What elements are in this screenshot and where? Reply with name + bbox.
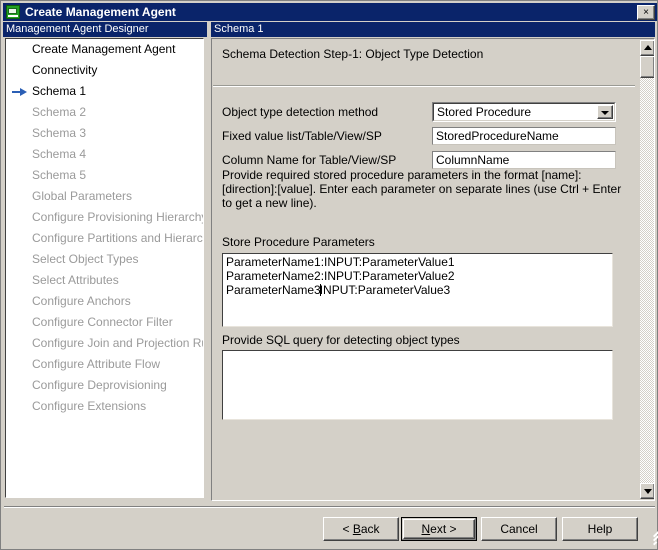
scroll-up-arrow-icon[interactable] — [640, 40, 654, 56]
sidebar-item-schema-2: Schema 2 — [6, 102, 203, 123]
management-agent-icon — [5, 5, 21, 19]
back-button[interactable]: < Back — [323, 517, 399, 541]
sidebar-item-label: Configure Partitions and Hierarchies — [32, 231, 203, 245]
back-button-prefix: < — [342, 522, 353, 536]
scrollbar-thumb[interactable] — [640, 56, 654, 78]
scrollbar-track[interactable] — [640, 56, 654, 483]
chevron-down-icon[interactable] — [597, 105, 613, 119]
sp-param-line: ParameterName1:INPUT:ParameterValue1 — [226, 255, 455, 269]
footer-separator — [4, 506, 655, 508]
resize-grip-icon[interactable] — [642, 527, 658, 546]
sidebar-item-select-attributes: Select Attributes — [6, 270, 203, 291]
fixed-value-list-label: Fixed value list/Table/View/SP — [222, 129, 382, 143]
sidebar-item-label: Select Object Types — [32, 252, 139, 266]
sidebar-item-configure-anchors: Configure Anchors — [6, 291, 203, 312]
sp-params-help-text: Provide required stored procedure parame… — [222, 168, 622, 210]
sidebar-item-label: Create Management Agent — [32, 42, 176, 56]
sidebar-item-configure-provisioning-hierarchy: Configure Provisioning Hierarchy — [6, 207, 203, 228]
detection-method-value: Stored Procedure — [437, 105, 532, 119]
step-title: Schema Detection Step-1: Object Type Det… — [222, 47, 484, 61]
sidebar-item-label: Global Parameters — [32, 189, 133, 203]
schema-pane-header: Schema 1 — [211, 22, 655, 37]
sidebar-item-configure-extensions: Configure Extensions — [6, 396, 203, 417]
sidebar-item-label: Configure Anchors — [32, 294, 131, 308]
back-button-label: ack — [360, 522, 380, 536]
sp-param-line-after-caret: INPUT:ParameterValue3 — [319, 283, 451, 297]
sidebar-item-label: Connectivity — [32, 63, 98, 77]
column-name-input[interactable]: ColumnName — [432, 151, 616, 169]
sidebar-item-schema-5: Schema 5 — [6, 165, 203, 186]
column-name-value: ColumnName — [436, 153, 510, 167]
sp-param-line: ParameterName2:INPUT:ParameterValue2 — [226, 269, 455, 283]
create-management-agent-window: Create Management Agent × Management Age… — [0, 0, 658, 550]
separator-rule — [213, 85, 635, 87]
sidebar-item-create-management-agent[interactable]: Create Management Agent — [6, 39, 203, 60]
schema-content: Schema Detection Step-1: Object Type Det… — [213, 40, 639, 499]
sidebar-item-label: Configure Deprovisioning — [32, 378, 167, 392]
schema-pane-body: Schema Detection Step-1: Object Type Det… — [211, 38, 655, 501]
scroll-down-arrow-icon[interactable] — [640, 483, 654, 499]
title-bar: Create Management Agent × — [3, 3, 657, 21]
sidebar-item-label: Schema 5 — [32, 168, 87, 182]
sidebar-item-schema-3: Schema 3 — [6, 123, 203, 144]
sql-query-label: Provide SQL query for detecting object t… — [222, 333, 460, 347]
sidebar-item-configure-join-and-projection-rules: Configure Join and Projection Rules — [6, 333, 203, 354]
sidebar-item-label: Select Attributes — [32, 273, 119, 287]
current-step-arrow-icon — [12, 87, 28, 97]
sidebar-item-label: Configure Attribute Flow — [32, 357, 161, 371]
designer-pane-header: Management Agent Designer — [3, 22, 207, 37]
sidebar-item-label: Schema 4 — [32, 147, 87, 161]
next-button-accel: N — [421, 522, 431, 536]
detection-method-dropdown[interactable]: Stored Procedure — [432, 102, 616, 122]
sidebar-item-label: Configure Connector Filter — [32, 315, 173, 329]
close-icon[interactable]: × — [637, 4, 655, 20]
sidebar-item-label: Schema 2 — [32, 105, 87, 119]
detection-method-label: Object type detection method — [222, 105, 379, 119]
content-vertical-scrollbar[interactable] — [640, 40, 654, 499]
fixed-value-list-input[interactable]: StoredProcedureName — [432, 127, 616, 145]
help-button[interactable]: Help — [562, 517, 638, 541]
designer-step-list[interactable]: Create Management Agent Connectivity Schem… — [5, 38, 204, 498]
sp-params-textarea[interactable]: ParameterName1:INPUT:ParameterValue1 Para… — [222, 253, 613, 327]
sp-param-line-active: ParameterName3INPUT:ParameterValue3 — [223, 283, 612, 297]
fixed-value-list-value: StoredProcedureName — [436, 129, 559, 143]
sidebar-item-configure-connector-filter: Configure Connector Filter — [6, 312, 203, 333]
sql-query-textarea[interactable] — [222, 350, 613, 420]
back-button-accel: B — [352, 522, 361, 536]
sp-params-label: Store Procedure Parameters — [222, 235, 375, 249]
sidebar-item-label: Schema 3 — [32, 126, 87, 140]
sidebar-item-configure-attribute-flow: Configure Attribute Flow — [6, 354, 203, 375]
sidebar-item-global-parameters: Global Parameters — [6, 186, 203, 207]
column-name-label: Column Name for Table/View/SP — [222, 153, 397, 167]
sidebar-item-schema-1[interactable]: Schema 1 — [6, 81, 203, 102]
cancel-button[interactable]: Cancel — [481, 517, 557, 541]
sidebar-item-configure-deprovisioning: Configure Deprovisioning — [6, 375, 203, 396]
sidebar-item-label: Configure Extensions — [32, 399, 147, 413]
window-title: Create Management Agent — [25, 5, 176, 19]
sp-param-line-before-caret: ParameterName3 — [226, 283, 321, 297]
sidebar-item-label: Configure Join and Projection Rules — [32, 336, 203, 350]
sidebar-item-configure-partitions-and-hierarchies: Configure Partitions and Hierarchies — [6, 228, 203, 249]
next-button[interactable]: Next > — [401, 517, 477, 541]
sidebar-item-connectivity[interactable]: Connectivity — [6, 60, 203, 81]
sidebar-item-label: Schema 1 — [32, 84, 87, 98]
sidebar-item-label: Configure Provisioning Hierarchy — [32, 210, 204, 224]
sidebar-item-schema-4: Schema 4 — [6, 144, 203, 165]
sidebar-item-select-object-types: Select Object Types — [6, 249, 203, 270]
next-button-label: ext > — [430, 522, 457, 536]
